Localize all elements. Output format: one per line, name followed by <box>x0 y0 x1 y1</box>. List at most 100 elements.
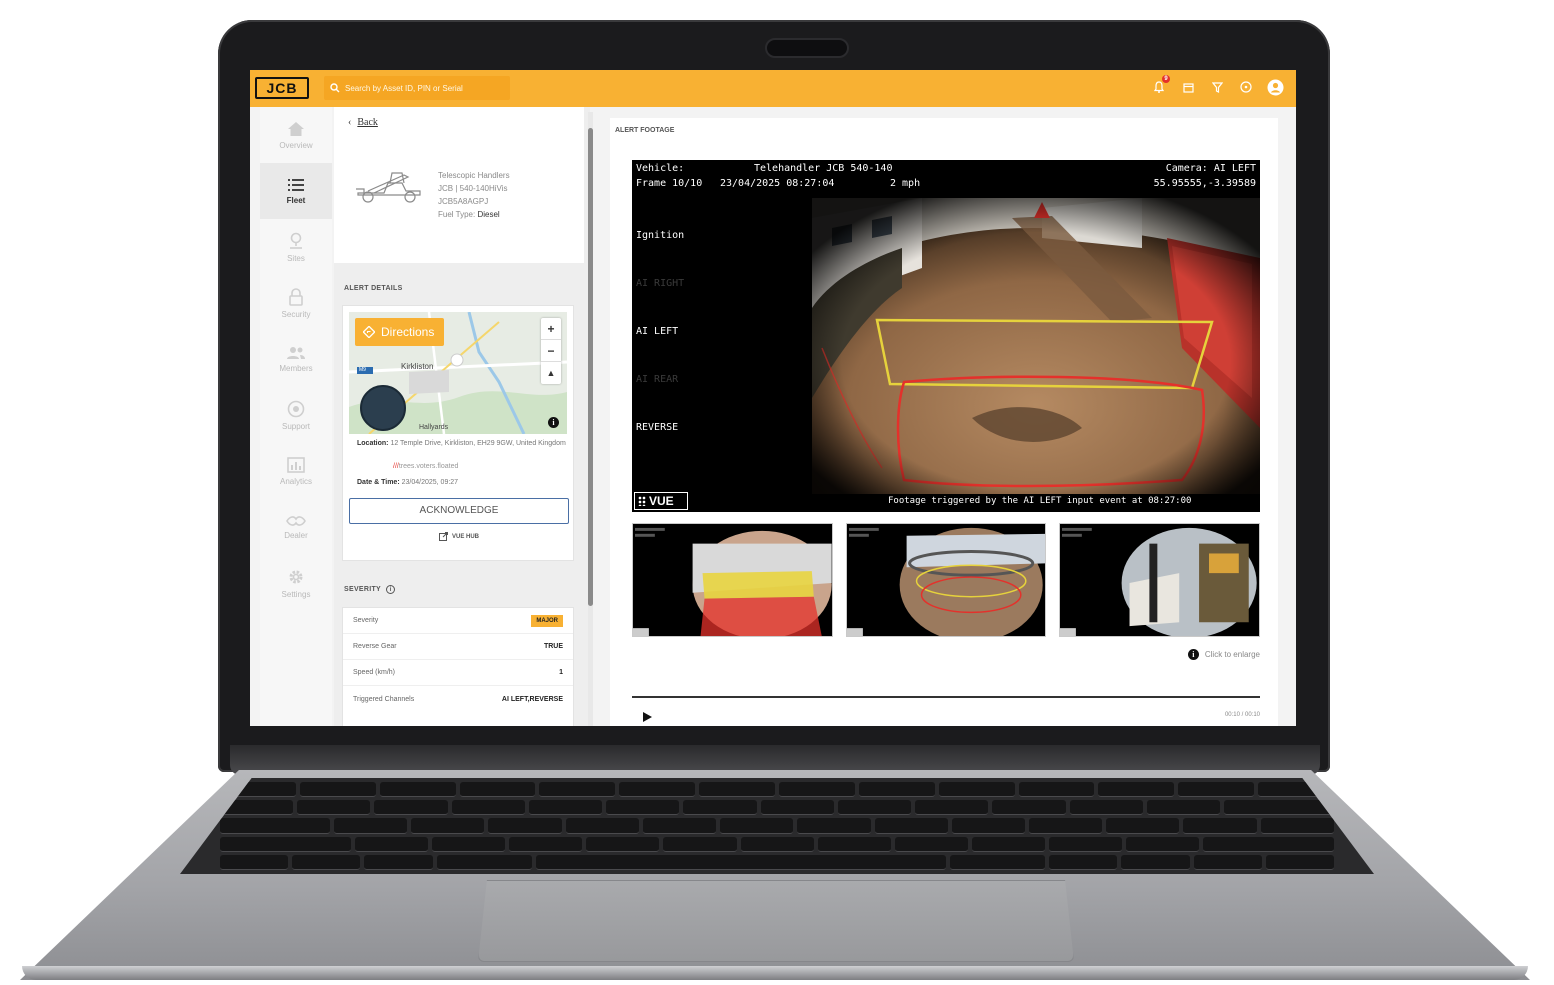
sidebar-item-label: Settings <box>281 589 311 599</box>
sidebar-item-label: Analytics <box>279 476 312 486</box>
osd-channels: Ignition AI RIGHT AI LEFT AI REAR REVERS… <box>636 196 684 468</box>
sidebar-item-label: Overview <box>279 140 313 150</box>
filter-button[interactable] <box>1208 78 1226 96</box>
channel-ai-left: AI LEFT <box>636 326 679 337</box>
jcb-logo[interactable]: JCB <box>255 77 309 99</box>
camera-scene-image <box>812 198 1260 494</box>
map-info-icon[interactable]: i <box>548 417 559 428</box>
support-icon <box>287 400 305 417</box>
zoom-out-button[interactable]: − <box>541 340 561 362</box>
top-icons: 9 <box>1150 75 1284 96</box>
sidebar-item-label: Fleet <box>286 195 306 205</box>
sidebar-item-overview[interactable]: Overview <box>260 107 332 163</box>
sidebar-item-support[interactable]: Support <box>260 387 332 443</box>
map-place-label-2: Hallyards <box>419 424 449 431</box>
trackpad <box>478 880 1074 962</box>
location-label: Location: <box>357 440 389 447</box>
speed-label: Speed (km/h) <box>353 669 396 676</box>
sidebar-item-dealer[interactable]: Dealer <box>260 499 332 555</box>
map-controls: + − ▲ <box>541 318 561 384</box>
acknowledge-button[interactable]: ACKNOWLEDGE <box>349 498 569 524</box>
zoom-in-button[interactable]: + <box>541 318 561 340</box>
location-map[interactable]: Directions + − ▲ Kirkliston Hallyards M9… <box>349 312 567 434</box>
compass-button[interactable]: ▲ <box>541 362 561 384</box>
location-text: Location: 12 Temple Drive, Kirkliston, E… <box>357 438 567 449</box>
search-box[interactable] <box>324 76 510 100</box>
sidebar-item-security[interactable]: Security <box>260 275 332 331</box>
info-icon[interactable]: i <box>386 585 396 594</box>
severity-row-label: Severity <box>353 617 379 624</box>
sidebar-item-analytics[interactable]: Analytics <box>260 443 332 499</box>
sidebar-item-sites[interactable]: Sites <box>260 219 332 275</box>
vehicle-info: Telescopic Handlers JCB | 540-140HiVis J… <box>438 169 510 221</box>
vue-hub-label: VUE HUB <box>451 534 479 541</box>
channel-ai-rear: AI REAR <box>636 374 679 385</box>
vue-logo: VUE <box>634 492 688 510</box>
speed-row: Speed (km/h) 1 <box>343 660 573 686</box>
map-place-label: Kirkliston <box>401 362 434 371</box>
search-input[interactable] <box>345 83 505 93</box>
directions-label: Directions <box>381 325 435 339</box>
osd-coords: 55.95555,-3.39589 <box>1153 178 1256 189</box>
sidebar-item-settings[interactable]: Settings <box>260 555 332 611</box>
channel-ignition: Ignition <box>636 230 685 241</box>
triggered-channels-label: Triggered Channels <box>353 695 415 703</box>
lock-icon <box>289 287 303 306</box>
osd-vehicle-value: Telehandler JCB 540-140 <box>754 163 893 174</box>
home-icon <box>288 121 304 136</box>
enlarge-hint: i Click to enlarge <box>1187 649 1260 660</box>
main-camera-view[interactable]: Vehicle: Telehandler JCB 540-140 Camera:… <box>632 160 1260 512</box>
sidebar-item-label: Dealer <box>284 530 308 540</box>
footage-title: ALERT FOOTAGE <box>615 127 675 134</box>
what3words[interactable]: ///trees.voters.floated <box>393 463 458 470</box>
severity-badge: MAJOR <box>531 614 563 627</box>
triggered-channels-value: AI LEFT,REVERSE <box>501 695 563 703</box>
calendar-icon <box>1182 82 1194 93</box>
dealer-icon <box>286 515 306 526</box>
playback-timeline[interactable] <box>632 696 1260 698</box>
thumbnail-3-image <box>1060 524 1260 636</box>
members-icon <box>287 346 305 359</box>
panel-scrollbar-thumb[interactable] <box>588 128 593 606</box>
avatar-icon <box>1267 79 1283 95</box>
search-icon <box>330 83 340 93</box>
channel-ai-right: AI RIGHT <box>636 278 685 289</box>
sidebar-item-fleet[interactable]: Fleet <box>260 163 332 219</box>
thumbnail-1-image <box>633 524 832 636</box>
playback-time: 00:10 / 00:10 <box>1224 712 1260 718</box>
alert-details-title: ALERT DETAILS <box>344 285 403 292</box>
user-profile-button[interactable] <box>1266 78 1284 96</box>
play-icon[interactable] <box>642 712 652 722</box>
thumbnail-3[interactable] <box>1059 523 1261 637</box>
osd-frame: Frame 10/10 <box>636 178 703 189</box>
osd-camera: Camera: AI LEFT <box>1165 163 1256 174</box>
app-screen: JCB 9 Overview <box>250 70 1296 726</box>
osd-speed: 2 mph <box>890 178 921 189</box>
help-button[interactable] <box>1237 78 1255 96</box>
sidebar-item-label: Members <box>279 363 313 373</box>
thumbnail-strip <box>632 523 1261 637</box>
sidebar-item-members[interactable]: Members <box>260 331 332 387</box>
directions-button[interactable]: Directions <box>355 318 445 346</box>
vehicle-summary: ‹ Back Telescopic Handlers JCB | 540-140H… <box>334 107 584 263</box>
bell-icon <box>1153 81 1165 93</box>
datetime-label: Date & Time: <box>357 479 400 486</box>
fuel-value: Diesel <box>477 210 500 219</box>
severity-title-text: SEVERITY <box>344 586 381 593</box>
thumbnail-2[interactable] <box>845 523 1047 637</box>
camera-notch <box>765 38 849 58</box>
filter-icon <box>1211 81 1223 93</box>
sidebar-item-label: Sites <box>287 253 305 263</box>
notifications-button[interactable]: 9 <box>1150 75 1170 96</box>
analytics-icon <box>287 456 305 473</box>
vue-hub-link[interactable]: VUE HUB <box>343 532 575 541</box>
calendar-button[interactable] <box>1179 78 1197 96</box>
severity-row: Severity MAJOR <box>343 608 573 634</box>
datetime-value: 23/04/2025, 09:27 <box>401 479 459 486</box>
osd-datetime: 23/04/2025 08:27:04 <box>720 178 835 189</box>
chevron-left-icon: ‹ <box>348 117 352 128</box>
back-link[interactable]: ‹ Back <box>348 117 378 128</box>
alert-details-card: Directions + − ▲ Kirkliston Hallyards M9… <box>342 305 574 561</box>
triggered-channels-row: Triggered Channels AI LEFT,REVERSE <box>343 686 573 712</box>
thumbnail-1[interactable] <box>632 523 833 637</box>
